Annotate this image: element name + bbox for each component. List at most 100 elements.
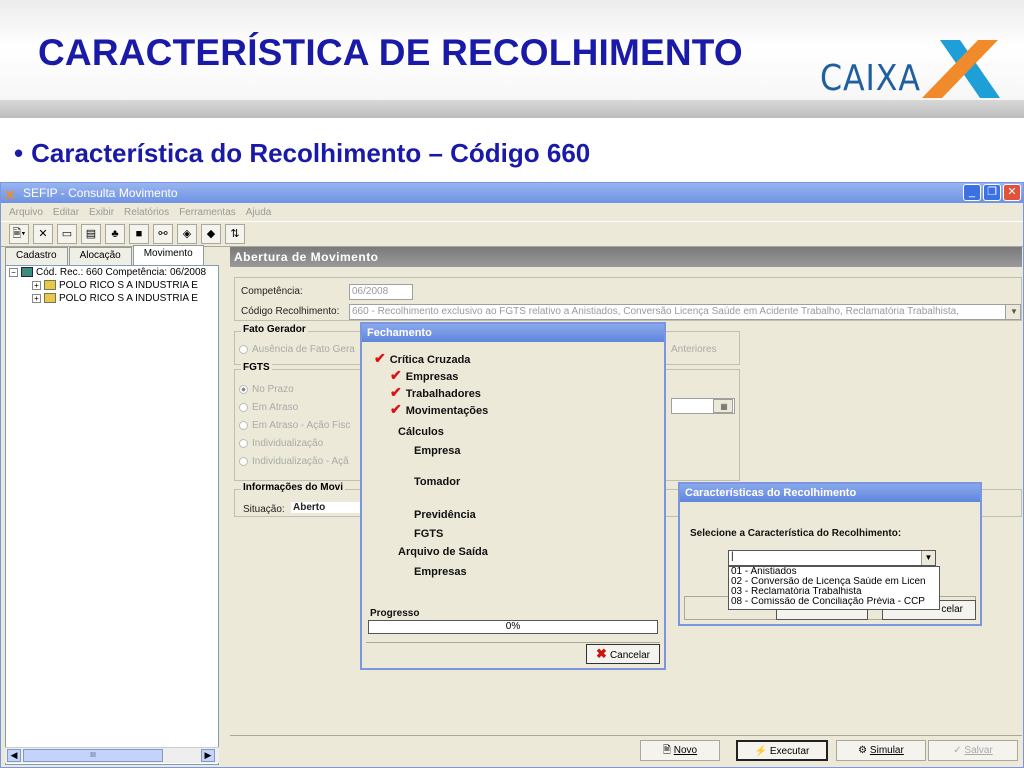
close-button[interactable]: ✕ (1003, 184, 1021, 201)
menu-editar[interactable]: Editar (53, 207, 79, 218)
delete-icon[interactable]: ✕ (33, 224, 53, 244)
executar-button[interactable]: ⚡ Executar (736, 740, 828, 761)
menubar: Arquivo Editar Exibir Relatórios Ferrame… (1, 203, 1023, 221)
radio-acao-fiscal[interactable]: Em Atraso - Ação Fisc (239, 420, 350, 431)
menu-ferramentas[interactable]: Ferramentas (179, 207, 236, 218)
menu-exibir[interactable]: Exibir (89, 207, 114, 218)
tab-strip: Cadastro Alocação Movimento (5, 245, 205, 265)
progress-value: 0% (505, 621, 521, 632)
toolbar: 🗎▾ ✕ ▭ ▤ ♣ ■ ⚯ ◈ ◆ ⇅ (1, 221, 1023, 247)
radio-ausencia[interactable]: Ausência de Fato Gera (239, 344, 355, 355)
option-anistiados[interactable]: 01 - Anistiados (729, 567, 939, 577)
executar-label: Executar (769, 746, 810, 757)
situacao-label: Situação: (243, 504, 285, 515)
lightning-icon: ⚡ (754, 746, 770, 757)
novo-button[interactable]: 🗎 Novo (640, 740, 720, 761)
copy-icon[interactable]: ▤ (81, 224, 101, 244)
step-tomador: Tomador (414, 476, 461, 488)
option-conversao-licenca[interactable]: 02 - Conversão de Licença Saúde em Licen (729, 577, 939, 587)
scroll-right-icon[interactable]: ▶ (201, 749, 215, 762)
radio-icon (239, 402, 248, 412)
tree-item-label: POLO RICO S A INDUSTRIA E (59, 293, 198, 304)
eraser-icon[interactable]: ◆ (201, 224, 221, 244)
caracteristicas-title[interactable]: Características do Recolhimento (680, 484, 980, 502)
tree-item[interactable]: + POLO RICO S A INDUSTRIA E (6, 279, 218, 292)
radio-label: Ausência de Fato Gera (252, 344, 355, 355)
bottom-toolbar: 🗎 Novo ⚡ Executar ⚙ Simular ✓ Salvar (230, 735, 1022, 765)
expand-icon[interactable]: + (32, 280, 41, 290)
calendar-icon[interactable]: ▦ (713, 399, 733, 413)
window-title: SEFIP - Consulta Movimento (23, 186, 178, 200)
menu-ajuda[interactable]: Ajuda (246, 207, 272, 218)
competencia-label: Competência: (241, 286, 303, 297)
slide-subtitle: • Característica do Recolhimento – Código… (14, 138, 590, 169)
cube-icon[interactable]: ◈ (177, 224, 197, 244)
simular-button[interactable]: ⚙ Simular (836, 740, 926, 761)
check-icon: ✔ (390, 401, 402, 417)
slide-title: CARACTERÍSTICA DE RECOLHIMENTO (38, 32, 743, 73)
menu-arquivo[interactable]: Arquivo (9, 207, 43, 218)
codigo-select[interactable]: 660 - Recolhimento exclusivo ao FGTS rel… (349, 304, 1007, 320)
competencia-box: Competência: 06/2008 Código Recolhimento… (234, 277, 1022, 321)
codigo-label: Código Recolhimento: (241, 306, 340, 317)
cancel-label: Cancelar (609, 650, 650, 661)
tab-alocacao[interactable]: Alocação (68, 247, 132, 265)
radio-label: Em Atraso (252, 402, 299, 413)
codigo-dropdown-icon[interactable]: ▼ (1005, 304, 1021, 320)
filter-icon[interactable]: ⇅ (225, 224, 245, 244)
minimize-button[interactable]: _ (963, 184, 981, 201)
tab-movimento[interactable]: Movimento (132, 245, 204, 265)
grid-icon[interactable]: ■ (129, 224, 149, 244)
informacoes-legend: Informações do Movi (241, 482, 346, 493)
step-label: Empresas (405, 371, 459, 383)
option-reclamatoria[interactable]: 03 - Reclamatória Trabalhista (729, 587, 939, 597)
radio-anteriores-label: Anteriores (671, 344, 717, 355)
radio-icon (239, 344, 248, 354)
fechamento-title[interactable]: Fechamento (362, 324, 664, 342)
caracteristica-options-list: 01 - Anistiados 02 - Conversão de Licenç… (728, 566, 940, 610)
collapse-icon[interactable]: − (9, 267, 18, 277)
radio-em-atraso[interactable]: Em Atraso (239, 402, 298, 413)
tree-hscrollbar[interactable]: ◀ III ▶ (5, 747, 219, 763)
radio-individualizacao-acao[interactable]: Individualização - Açã (239, 456, 349, 467)
tree-root[interactable]: − Cód. Rec.: 660 Competência: 06/2008 (6, 266, 218, 279)
scroll-thumb[interactable]: III (23, 749, 163, 762)
radio-individualizacao[interactable]: Individualização (239, 438, 323, 449)
new-doc-icon[interactable]: 🗎▾ (9, 224, 29, 244)
expand-icon[interactable]: + (32, 293, 41, 303)
progress-bar: 0% (368, 620, 658, 634)
chevron-down-icon[interactable]: ▼ (921, 551, 935, 565)
tab-cadastro[interactable]: Cadastro (5, 247, 68, 265)
scroll-left-icon[interactable]: ◀ (7, 749, 21, 762)
restore-button[interactable]: ❐ (983, 184, 1001, 201)
caracteristica-select[interactable]: | ▼ (728, 550, 936, 566)
radio-icon (239, 384, 248, 394)
radio-icon (239, 438, 248, 448)
menu-relatorios[interactable]: Relatórios (124, 207, 169, 218)
salvar-button[interactable]: ✓ Salvar (928, 740, 1018, 761)
step-label: Crítica Cruzada (389, 354, 471, 366)
radio-label: Em Atraso - Ação Fisc (252, 420, 351, 431)
caracteristicas-prompt: Selecione a Característica do Recolhimen… (690, 528, 902, 539)
simular-label: Simular (869, 745, 904, 756)
window-titlebar[interactable]: ✕ SEFIP - Consulta Movimento _ ❐ ✕ (1, 183, 1023, 203)
fechamento-cancel-button[interactable]: ✖ Cancelar (586, 644, 660, 664)
dialog-divider (366, 642, 660, 643)
binoculars-icon[interactable]: ⚯ (153, 224, 173, 244)
caracteristicas-dialog: Características do Recolhimento Selecion… (678, 482, 982, 626)
fato-gerador-legend: Fato Gerador (241, 324, 308, 335)
move-icon[interactable]: ▭ (57, 224, 77, 244)
cancel-label-fragment: celar (941, 604, 963, 615)
radio-icon (239, 456, 248, 466)
step-empresas-saida: Empresas (414, 566, 467, 578)
option-comissao-conciliacao[interactable]: 08 - Comissão de Conciliação Prévia - CC… (729, 597, 939, 607)
step-critica-cruzada: ✔ Crítica Cruzada (374, 350, 470, 367)
tree-root-label: Cód. Rec.: 660 Competência: 06/2008 (36, 267, 207, 278)
step-empresas: ✔ Empresas (390, 367, 458, 384)
competencia-field[interactable]: 06/2008 (349, 284, 413, 300)
header-bar (0, 100, 1024, 118)
step-arquivo-saida: Arquivo de Saída (398, 546, 488, 558)
tree-item[interactable]: + POLO RICO S A INDUSTRIA E (6, 292, 218, 305)
tree-icon[interactable]: ♣ (105, 224, 125, 244)
radio-no-prazo[interactable]: No Prazo (239, 384, 294, 395)
